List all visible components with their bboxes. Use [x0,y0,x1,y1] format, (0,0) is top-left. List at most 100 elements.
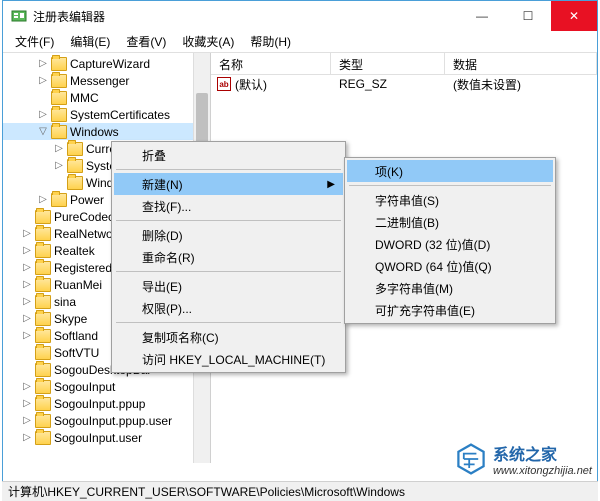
menu-item[interactable]: 访问 HKEY_LOCAL_MACHINE(T) [114,348,343,370]
tree-item[interactable]: ▷ SogouInput [3,378,210,395]
expand-icon[interactable]: ▷ [19,432,35,443]
menu-edit[interactable]: 编辑(E) [62,31,118,52]
menu-item[interactable]: 导出(E) [114,275,343,297]
folder-icon [35,346,51,360]
folder-icon [35,363,51,377]
tree-label: MMC [70,91,99,105]
expand-icon[interactable]: ▷ [19,415,35,426]
expand-icon[interactable]: ▷ [19,296,35,307]
folder-icon [35,380,51,394]
menu-item[interactable]: QWORD (64 位)值(Q) [347,255,553,277]
tree-label: SoftVTU [54,346,99,360]
tree-item[interactable]: MMC [3,89,210,106]
expand-icon[interactable]: ▷ [35,75,51,86]
menu-item[interactable]: 删除(D) [114,224,343,246]
folder-icon [35,244,51,258]
expand-icon[interactable]: ▷ [51,143,67,154]
tree-label: SogouInput [54,380,115,394]
tree-label: Softland [54,329,98,343]
tree-item[interactable]: ▷ SogouInput.ppup.user [3,412,210,429]
menu-item[interactable]: 二进制值(B) [347,211,553,233]
menu-item[interactable]: 新建(N)▶ [114,173,343,195]
tree-label: PureCodec [54,210,114,224]
expand-icon[interactable]: ▷ [19,330,35,341]
folder-icon [51,108,67,122]
list-header: 名称 类型 数据 [211,53,597,75]
list-row[interactable]: ab(默认)REG_SZ(数值未设置) [211,75,597,93]
col-name[interactable]: 名称 [211,53,331,74]
tree-label: CaptureWizard [70,57,150,71]
expand-icon[interactable]: ▷ [35,194,51,205]
folder-icon [51,125,67,139]
value-data: (数值未设置) [445,76,597,93]
window-controls: — ☐ ✕ [459,1,597,31]
folder-icon [67,142,83,156]
menu-item[interactable]: 可扩充字符串值(E) [347,299,553,321]
expand-icon[interactable]: ▷ [19,398,35,409]
menu-help[interactable]: 帮助(H) [242,31,299,52]
expand-icon[interactable]: ▷ [19,228,35,239]
expand-icon[interactable]: ▷ [19,279,35,290]
col-data[interactable]: 数据 [445,53,597,74]
menu-item[interactable]: 权限(P)... [114,297,343,319]
app-icon [11,8,27,24]
tree-label: SogouInput.ppup.user [54,414,172,428]
maximize-button[interactable]: ☐ [505,1,551,31]
expand-icon[interactable]: ▷ [19,262,35,273]
menu-separator [116,220,341,221]
menu-item[interactable]: 项(K) [347,160,553,182]
folder-icon [35,329,51,343]
expand-icon[interactable]: ▷ [35,109,51,120]
folder-icon [51,74,67,88]
menu-item[interactable]: 多字符串值(M) [347,277,553,299]
menu-item[interactable]: 复制项名称(C) [114,326,343,348]
menu-file[interactable]: 文件(F) [7,31,62,52]
folder-icon [51,193,67,207]
menu-item[interactable]: 字符串值(S) [347,189,553,211]
folder-icon [35,397,51,411]
tree-label: SystemCertificates [70,108,170,122]
tree-item[interactable]: ▷Messenger [3,72,210,89]
col-type[interactable]: 类型 [331,53,445,74]
expand-icon[interactable]: ▷ [51,160,67,171]
tree-item[interactable]: ▷ CaptureWizard [3,55,210,72]
menu-item[interactable]: 重命名(R) [114,246,343,268]
expand-icon[interactable]: ▽ [35,126,51,137]
menu-item[interactable]: DWORD (32 位)值(D) [347,233,553,255]
window-title: 注册表编辑器 [33,8,459,25]
folder-icon [67,159,83,173]
menu-item[interactable]: 查找(F)... [114,195,343,217]
expand-icon[interactable]: ▷ [19,313,35,324]
expand-icon[interactable]: ▷ [35,58,51,69]
folder-icon [51,91,67,105]
tree-item[interactable]: ▷ SystemCertificates [3,106,210,123]
tree-label: RuanMei [54,278,102,292]
expand-icon[interactable]: ▷ [19,381,35,392]
titlebar[interactable]: 注册表编辑器 — ☐ ✕ [3,1,597,31]
watermark-url: www.xitongzhijia.net [493,465,592,477]
tree-item[interactable]: ▽Windows [3,123,210,140]
minimize-button[interactable]: — [459,1,505,31]
tree-item[interactable]: ▷ SogouInput.user [3,429,210,446]
tree-item[interactable]: ▷SogouInput.ppup [3,395,210,412]
menu-item[interactable]: 折叠 [114,144,343,166]
folder-icon [35,261,51,275]
folder-icon [51,57,67,71]
folder-icon [35,312,51,326]
context-menu: 折叠新建(N)▶查找(F)... 删除(D)重命名(R) 导出(E)权限(P)...… [111,141,346,373]
expand-icon[interactable]: ▷ [19,245,35,256]
menu-favorites[interactable]: 收藏夹(A) [174,31,242,52]
menubar: 文件(F) 编辑(E) 查看(V) 收藏夹(A) 帮助(H) [3,31,597,53]
folder-icon [35,414,51,428]
watermark-brand: 系统之家 [493,441,592,465]
menu-separator [349,185,551,186]
menu-separator [116,322,341,323]
menu-view[interactable]: 查看(V) [118,31,174,52]
close-button[interactable]: ✕ [551,1,597,31]
folder-icon [35,210,51,224]
tree-label: SogouInput.user [54,431,142,445]
string-value-icon: ab [217,77,231,91]
menu-separator [116,169,341,170]
tree-label: Power [70,193,104,207]
folder-icon [35,227,51,241]
